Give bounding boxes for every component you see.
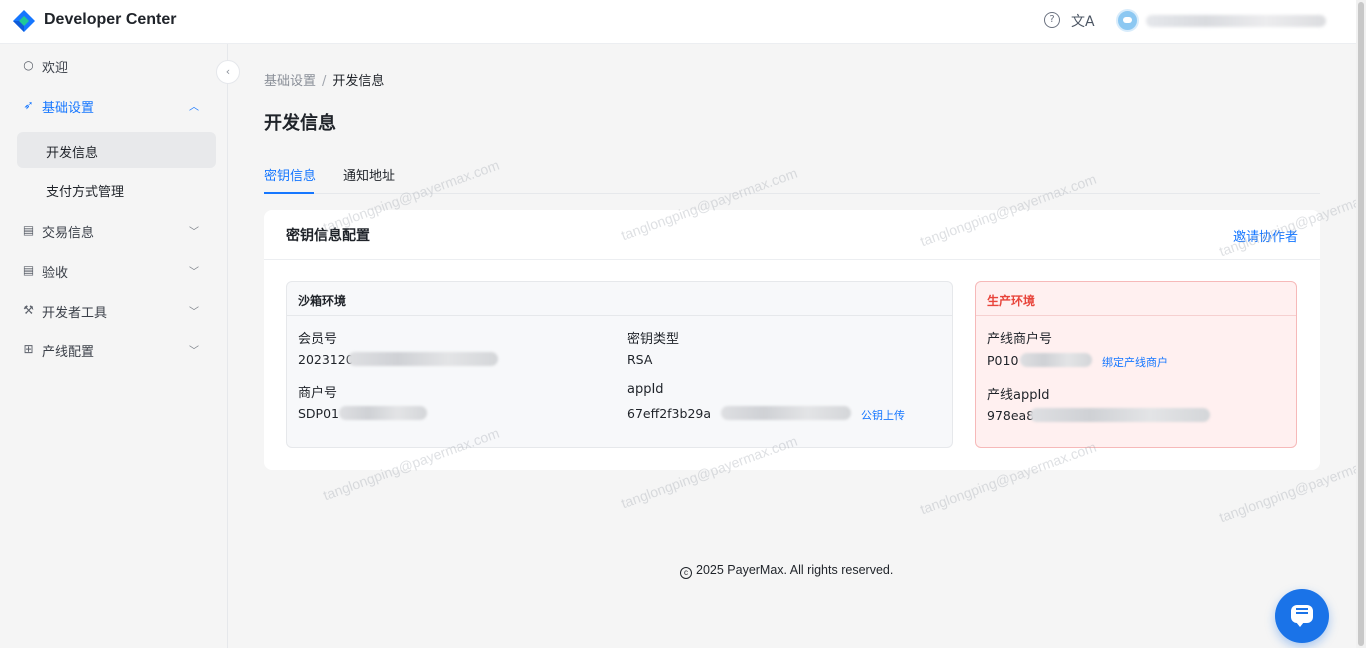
footer-text: 2025 PayerMax. All rights reserved.	[696, 563, 894, 577]
breadcrumb: 基础设置 / 开发信息	[264, 70, 384, 89]
sidebar-subitem-payment-methods[interactable]: 支付方式管理	[17, 171, 216, 207]
sandbox-panel: 沙箱环境 会员号 2023120 密钥类型 RSA 商户号 SDP01 appI…	[286, 281, 953, 448]
member-id-label: 会员号	[298, 332, 338, 347]
rocket-icon: ➶	[23, 98, 34, 112]
footer: c 2025 PayerMax. All rights reserved.	[680, 563, 893, 579]
sidebar-item-label: 开发信息	[46, 146, 99, 161]
sidebar-item-label: 产线配置	[42, 345, 95, 360]
bind-prod-merchant-link[interactable]: 绑定产线商户	[1102, 354, 1168, 370]
sandbox-title: 沙箱环境	[298, 294, 347, 308]
production-header: 生产环境	[976, 282, 1296, 316]
copyright-icon: c	[680, 567, 692, 579]
chevron-down-icon: ﹀	[189, 346, 199, 357]
chevron-down-icon: ﹀	[189, 307, 199, 318]
production-title: 生产环境	[987, 294, 1036, 308]
key-type-value: RSA	[627, 352, 653, 367]
chevron-down-icon: ﹀	[189, 267, 199, 278]
sidebar-item-welcome[interactable]: ○ 欢迎	[0, 49, 228, 83]
avatar[interactable]	[1116, 9, 1139, 32]
chevron-down-icon: ﹀	[189, 227, 199, 238]
appid-label: appId	[627, 382, 664, 397]
sidebar: ○ 欢迎 ➶ 基础设置 ︿ 开发信息 支付方式管理 ▤ 交易信息 ﹀ ▤ 验收 …	[0, 44, 228, 648]
network-icon: ⊞	[23, 342, 34, 356]
chat-icon	[1291, 605, 1313, 627]
sidebar-item-label: 欢迎	[42, 61, 69, 76]
scrollbar[interactable]	[1356, 0, 1366, 648]
key-config-card: 密钥信息配置 邀请协作者 沙箱环境 会员号 2023120 密钥类型 RSA 商…	[264, 210, 1320, 470]
breadcrumb-parent[interactable]: 基础设置	[264, 74, 316, 89]
merchant-id-value: SDP01	[298, 406, 340, 421]
scrollbar-thumb[interactable]	[1358, 2, 1364, 646]
sidebar-item-label: 开发者工具	[42, 306, 108, 321]
member-id-value: 2023120	[298, 352, 354, 367]
redacted-value	[721, 406, 851, 420]
prod-appid-label: 产线appId	[987, 388, 1050, 403]
sidebar-item-transactions[interactable]: ▤ 交易信息 ﹀	[0, 214, 228, 248]
redacted-value	[1020, 353, 1092, 367]
brand-title[interactable]: Developer Center	[44, 11, 177, 29]
tab-active-indicator	[264, 192, 314, 194]
user-name-redacted[interactable]	[1146, 15, 1326, 27]
sidebar-item-label: 交易信息	[42, 226, 95, 241]
redacted-value	[348, 352, 498, 366]
page-title: 开发信息	[264, 113, 336, 134]
sidebar-item-label: 验收	[42, 266, 69, 281]
receipt-icon: ▤	[22, 263, 35, 277]
redacted-value	[1030, 408, 1210, 422]
sidebar-item-acceptance[interactable]: ▤ 验收 ﹀	[0, 254, 228, 288]
sidebar-item-label: 基础设置	[42, 101, 95, 116]
redacted-value	[339, 406, 427, 420]
prod-appid-value: 978ea8	[987, 408, 1035, 423]
invite-collaborator-link[interactable]: 邀请协作者	[1233, 226, 1298, 245]
breadcrumb-separator: /	[322, 74, 327, 89]
tabs: 密钥信息 通知地址	[264, 158, 1320, 194]
breadcrumb-current: 开发信息	[332, 74, 385, 89]
appid-value: 67eff2f3b29a	[627, 406, 712, 421]
sidebar-item-prod-config[interactable]: ⊞ 产线配置 ﹀	[0, 333, 228, 367]
help-icon[interactable]: ?	[1044, 12, 1060, 28]
sidebar-item-label: 支付方式管理	[46, 185, 125, 200]
bulb-icon: ○	[23, 58, 34, 72]
production-panel: 生产环境 产线商户号 P010 绑定产线商户 产线appId 978ea8	[975, 281, 1297, 448]
top-bar: Developer Center ? 文A	[0, 0, 1356, 44]
sandbox-header: 沙箱环境	[287, 282, 952, 316]
sidebar-subitem-dev-info[interactable]: 开发信息	[17, 132, 216, 168]
upload-public-key-link[interactable]: 公钥上传	[861, 407, 905, 423]
chevron-up-icon: ︿	[189, 102, 199, 113]
receipt-icon: ▤	[22, 223, 35, 237]
tab-notify-url[interactable]: 通知地址	[343, 165, 395, 184]
wrench-icon: ⚒	[23, 303, 34, 317]
merchant-id-label: 商户号	[298, 386, 338, 401]
sidebar-collapse-button[interactable]: ‹	[216, 60, 240, 84]
prod-merchant-label: 产线商户号	[987, 332, 1053, 347]
logo-icon[interactable]	[12, 9, 36, 33]
card-header: 密钥信息配置 邀请协作者	[264, 210, 1320, 260]
tab-key-info[interactable]: 密钥信息	[264, 165, 316, 184]
chat-support-button[interactable]	[1275, 589, 1329, 643]
translate-icon[interactable]: 文A	[1071, 11, 1095, 31]
card-title: 密钥信息配置	[286, 228, 370, 244]
sidebar-item-dev-tools[interactable]: ⚒ 开发者工具 ﹀	[0, 294, 228, 328]
prod-merchant-value: P010	[987, 353, 1019, 368]
key-type-label: 密钥类型	[627, 332, 680, 347]
sidebar-item-basic-settings[interactable]: ➶ 基础设置 ︿	[0, 89, 228, 123]
